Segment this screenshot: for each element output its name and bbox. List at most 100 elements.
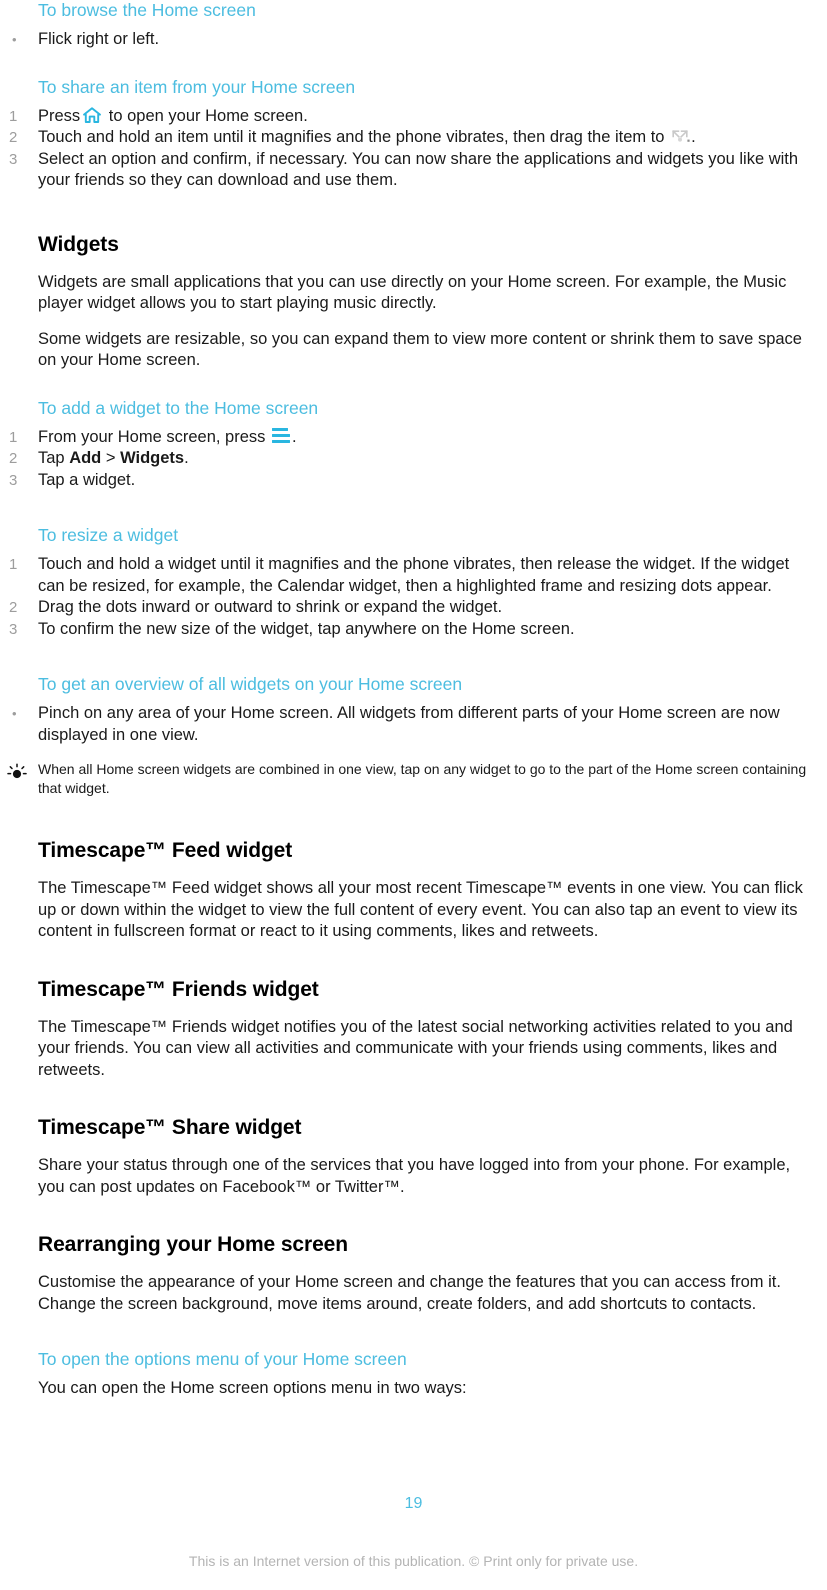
heading-timescape-friends: Timescape™ Friends widget bbox=[38, 977, 319, 1001]
paragraph-widgets-1: Widgets are small applications that you … bbox=[38, 272, 787, 313]
paragraph-timescape-share: Share your status through one of the ser… bbox=[38, 1156, 791, 1196]
list-item: 1 Touch and hold a widget until it magni… bbox=[0, 554, 827, 597]
heading-timescape-share: Timescape™ Share widget bbox=[38, 1116, 302, 1139]
list-marker: 1 bbox=[9, 428, 18, 446]
paragraph-widgets-2: Some widgets are resizable, so you can e… bbox=[38, 329, 802, 370]
list-item-text-suffix: to open your Home screen. bbox=[108, 106, 308, 125]
heading-rearranging: Rearranging your Home screen bbox=[38, 1233, 348, 1256]
list-item: 2 Drag the dots inward or outward to shr… bbox=[0, 597, 827, 619]
list-marker: • bbox=[12, 32, 17, 47]
list-add-widget: 1 From your Home screen, press . 2 Tap A… bbox=[0, 427, 827, 492]
paragraph-options-menu: You can open the Home screen options men… bbox=[38, 1379, 467, 1397]
list-item-text: To confirm the new size of the widget, t… bbox=[38, 619, 575, 638]
list-item: 1 Press to open your Home screen. bbox=[0, 106, 827, 128]
tip-text: When all Home screen widgets are combine… bbox=[38, 761, 807, 796]
list-item-text: Touch and hold a widget until it magnifi… bbox=[38, 555, 790, 595]
list-share-item: 1 Press to open your Home screen. 2 Touc… bbox=[0, 106, 827, 192]
list-item: 3 Select an option and confirm, if neces… bbox=[0, 149, 827, 192]
list-browse-home: • Flick right or left. bbox=[0, 29, 827, 51]
lightbulb-icon bbox=[6, 762, 28, 782]
list-resize-widget: 1 Touch and hold a widget until it magni… bbox=[0, 554, 827, 640]
list-marker: 3 bbox=[9, 471, 18, 489]
list-marker: 1 bbox=[9, 556, 18, 573]
paragraph-timescape-feed: The Timescape™ Feed widget shows all you… bbox=[38, 879, 803, 940]
menu-icon bbox=[272, 427, 290, 444]
list-marker: 2 bbox=[9, 599, 18, 616]
list-item-text-suffix: . bbox=[292, 427, 297, 446]
list-marker: • bbox=[12, 706, 17, 721]
page-content: To browse the Home screen • Flick right … bbox=[0, 0, 827, 1400]
list-item-text: Tap a widget. bbox=[38, 470, 136, 489]
heading-browse-home-screen: To browse the Home screen bbox=[38, 0, 256, 20]
list-item: 2 Tap Add > Widgets. bbox=[0, 448, 827, 470]
bold-widgets: Widgets bbox=[120, 449, 185, 467]
page-number: 19 bbox=[404, 1495, 423, 1512]
list-marker: 3 bbox=[9, 150, 18, 168]
paragraph-timescape-friends: The Timescape™ Friends widget notifies y… bbox=[38, 1017, 793, 1079]
list-item-text: Drag the dots inward or outward to shrin… bbox=[38, 598, 503, 616]
list-item: • Pinch on any area of your Home screen.… bbox=[0, 703, 827, 746]
list-item-text: Tap Add > Widgets. bbox=[38, 449, 189, 467]
bold-add: Add bbox=[69, 449, 102, 467]
text-period: . bbox=[184, 449, 189, 467]
text-separator: > bbox=[101, 449, 121, 467]
heading-resize-widget: To resize a widget bbox=[38, 525, 179, 545]
paragraph-rearranging: Customise the appearance of your Home sc… bbox=[38, 1273, 781, 1313]
list-overview-widgets: • Pinch on any area of your Home screen.… bbox=[0, 703, 827, 746]
tip-block: When all Home screen widgets are combine… bbox=[0, 760, 827, 798]
list-marker: 3 bbox=[9, 620, 18, 638]
heading-widgets: Widgets bbox=[38, 232, 119, 256]
heading-overview-widgets: To get an overview of all widgets on you… bbox=[38, 674, 463, 694]
list-item: 3 Tap a widget. bbox=[0, 470, 827, 492]
list-item: • Flick right or left. bbox=[0, 29, 827, 51]
home-icon bbox=[82, 106, 102, 124]
heading-options-menu: To open the options menu of your Home sc… bbox=[38, 1349, 407, 1369]
list-item: 2 Touch and hold an item until it magnif… bbox=[0, 127, 827, 149]
text-tap: Tap bbox=[38, 449, 70, 467]
heading-add-widget: To add a widget to the Home screen bbox=[38, 397, 319, 418]
list-item-text-suffix: . bbox=[691, 128, 696, 146]
list-marker: 2 bbox=[9, 129, 18, 146]
list-marker: 2 bbox=[9, 450, 18, 467]
list-item: 1 From your Home screen, press . bbox=[0, 427, 827, 449]
list-item-text: Flick right or left. bbox=[38, 30, 160, 48]
list-item-text-prefix: Press bbox=[38, 106, 81, 125]
manual-page: To browse the Home screen • Flick right … bbox=[0, 0, 827, 1590]
list-marker: 1 bbox=[9, 107, 18, 125]
heading-share-item: To share an item from your Home screen bbox=[38, 76, 356, 97]
share-icon bbox=[670, 128, 690, 145]
footer-copyright-note: This is an Internet version of this publ… bbox=[188, 1553, 639, 1569]
list-item-text-prefix: Touch and hold an item until it magnifie… bbox=[38, 128, 665, 146]
list-item-text: Pinch on any area of your Home screen. A… bbox=[38, 704, 780, 744]
